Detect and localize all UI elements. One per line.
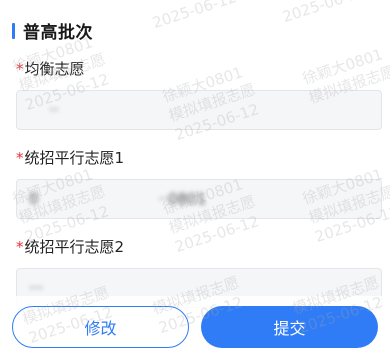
watermark-tile: 2025-06-12 xyxy=(150,0,239,33)
field-label-text: 统招平行志愿1 xyxy=(24,149,125,167)
field-label-text: 统招平行志愿2 xyxy=(24,238,125,256)
edit-button[interactable]: 修改 xyxy=(12,306,189,348)
field-label-parallel-2: *统招平行志愿2 xyxy=(16,236,124,257)
submit-button[interactable]: 提交 xyxy=(201,306,378,348)
field-label-parallel-1: *统招平行志愿1 xyxy=(16,147,124,168)
section-title: 普高批次 xyxy=(23,23,93,43)
bottom-action-bar: 修改 提交 xyxy=(0,296,390,362)
volunteer-form-page: 普高批次 *均衡志愿 ·· *统招平行志愿1 0 ··0801 *统招平行志愿2… xyxy=(0,0,390,362)
field-label-text: 均衡志愿 xyxy=(24,60,85,78)
required-mark: * xyxy=(16,60,24,78)
watermark-tile: 2025-06-12 xyxy=(280,0,369,27)
field-value: 0 xyxy=(29,190,39,208)
balanced-choice-field[interactable]: ·· xyxy=(16,90,382,130)
section-accent-bar xyxy=(12,22,15,39)
section-header: 普高批次 xyxy=(12,18,93,43)
field-value: ·· xyxy=(49,101,59,119)
required-mark: * xyxy=(16,238,24,256)
required-mark: * xyxy=(16,149,24,167)
field-value-secondary: ··0801 xyxy=(158,190,207,208)
parallel-choice-1-field[interactable]: 0 ··0801 xyxy=(16,179,382,219)
field-value: ··· xyxy=(29,279,44,297)
field-label-balanced: *均衡志愿 xyxy=(16,58,85,79)
